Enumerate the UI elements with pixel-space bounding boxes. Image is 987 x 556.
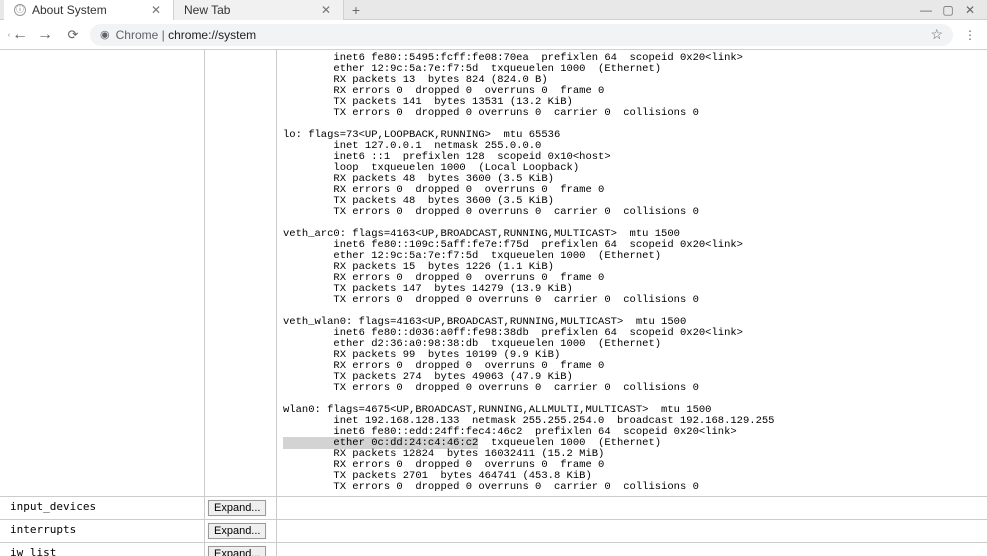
toolbar: ← → ⟳ ◉ Chrome | chrome://system ☆ ⋮ <box>0 20 987 50</box>
address-scheme: Chrome <box>116 28 159 42</box>
page-content: inet6 fe80::5495:fcff:fe08:70ea prefixle… <box>0 50 987 556</box>
expand-button[interactable]: Expand... <box>208 500 266 516</box>
system-row-input-devices: input_devices Expand... <box>0 496 987 519</box>
expand-button[interactable]: Expand... <box>208 546 266 556</box>
row-value: inet6 fe80::5495:fcff:fe08:70ea prefixle… <box>276 50 987 496</box>
tab-new-tab[interactable]: New Tab ✕ <box>174 0 344 20</box>
tab-title: About System <box>32 3 143 17</box>
row-value <box>276 520 987 542</box>
row-key: input_devices <box>0 497 204 519</box>
system-row-ifconfig: inet6 fe80::5495:fcff:fe08:70ea prefixle… <box>0 50 987 496</box>
row-value <box>276 497 987 519</box>
tab-about-system[interactable]: ⓘ About System ✕ <box>4 0 174 20</box>
address-path: chrome://system <box>168 28 256 42</box>
address-bar[interactable]: ◉ Chrome | chrome://system ☆ <box>90 24 953 46</box>
row-key <box>0 50 204 496</box>
row-button-cell: Expand... <box>204 497 276 519</box>
browser-menu-button[interactable]: ⋮ <box>959 24 981 46</box>
minimize-icon[interactable]: — <box>919 3 933 17</box>
system-row-iw-list: iw_list Expand... <box>0 542 987 556</box>
row-value <box>276 543 987 556</box>
ifconfig-output: inet6 fe80::5495:fcff:fe08:70ea prefixle… <box>283 53 981 493</box>
system-row-interrupts: interrupts Expand... <box>0 519 987 542</box>
forward-button[interactable]: → <box>34 24 56 46</box>
close-icon[interactable]: ✕ <box>149 3 163 17</box>
row-key: interrupts <box>0 520 204 542</box>
reload-button[interactable]: ⟳ <box>62 24 84 46</box>
window-controls: — ▢ ✕ <box>919 3 983 17</box>
info-icon: ⓘ <box>14 4 26 16</box>
row-button-cell: Expand... <box>204 520 276 542</box>
close-icon[interactable]: ✕ <box>319 3 333 17</box>
bookmark-star-icon[interactable]: ☆ <box>930 26 943 43</box>
row-key: iw_list <box>0 543 204 556</box>
expand-button[interactable]: Expand... <box>208 523 266 539</box>
tab-strip: ⓘ About System ✕ New Tab ✕ + — ▢ ✕ <box>0 0 987 20</box>
tab-title: New Tab <box>184 3 313 17</box>
row-button-cell: Expand... <box>204 543 276 556</box>
maximize-icon[interactable]: ▢ <box>941 3 955 17</box>
new-tab-button[interactable]: + <box>344 0 368 20</box>
chrome-icon: ◉ <box>100 28 110 41</box>
row-button-cell <box>204 50 276 496</box>
close-window-icon[interactable]: ✕ <box>963 3 977 17</box>
back-button[interactable]: ← <box>6 24 28 46</box>
